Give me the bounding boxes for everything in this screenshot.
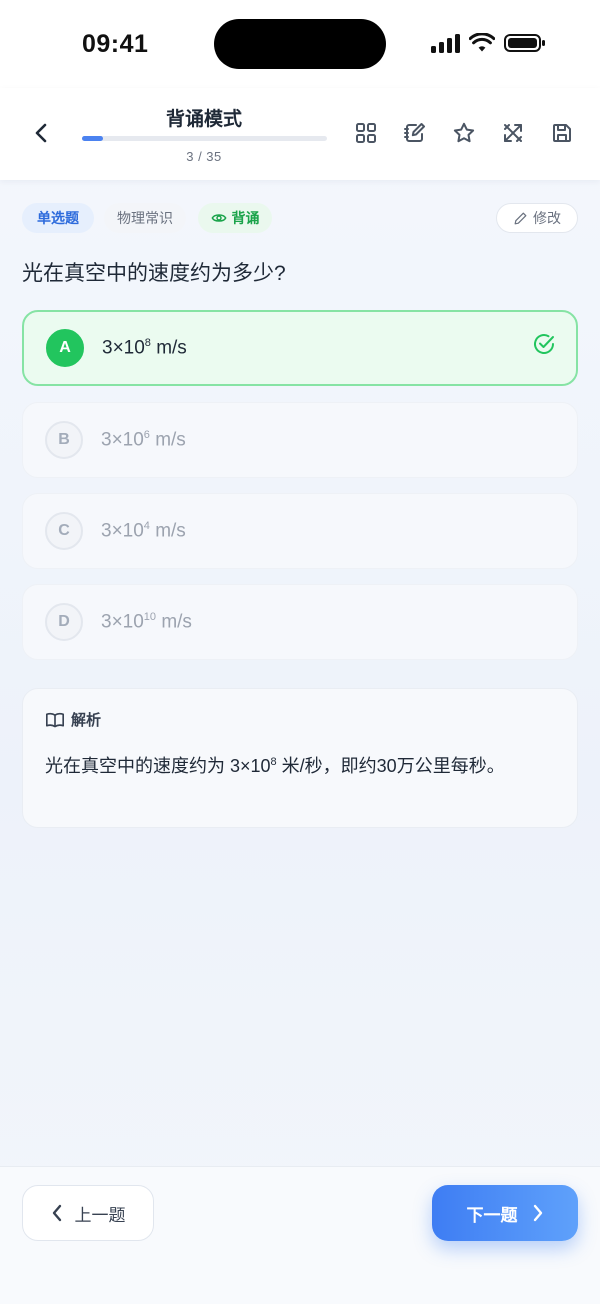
category-tag: 物理常识 xyxy=(104,203,186,233)
option-letter: B xyxy=(45,421,83,459)
progress-fill xyxy=(82,136,103,141)
mode-tag-label: 背诵 xyxy=(231,210,260,226)
question-type-tag: 单选题 xyxy=(22,203,94,233)
screen: 09:41 背诵模式 3 / 35 单选题 物理常识 背诵 修改 光在真空中的速… xyxy=(0,0,600,1304)
option-letter: D xyxy=(45,603,83,641)
edit-button[interactable]: 修改 xyxy=(496,203,578,233)
option-letter: C xyxy=(45,512,83,550)
option-letter: A xyxy=(46,329,84,367)
question-text: 光在真空中的速度约为多少? xyxy=(22,262,286,285)
check-circle-icon xyxy=(534,334,554,354)
analysis-title: 解析 xyxy=(71,712,102,729)
chevron-right-icon xyxy=(533,1204,542,1222)
prev-question-label: 上一题 xyxy=(74,1205,126,1225)
prev-question-button[interactable]: 上一题 xyxy=(22,1185,154,1241)
eye-icon xyxy=(211,214,226,222)
signal-icon xyxy=(431,33,460,53)
status-icons xyxy=(431,33,546,53)
option-c[interactable]: C 3×104 m/s xyxy=(22,493,578,569)
progress-bar xyxy=(82,136,327,141)
status-bar: 09:41 xyxy=(0,0,600,88)
footer: 上一题 下一题 xyxy=(0,1166,600,1304)
option-d[interactable]: D 3×1010 m/s xyxy=(22,584,578,660)
option-text: 3×108 m/s xyxy=(102,336,187,359)
next-question-button[interactable]: 下一题 xyxy=(432,1185,578,1241)
header: 背诵模式 3 / 35 xyxy=(0,88,600,180)
status-time: 09:41 xyxy=(82,30,149,58)
wifi-icon xyxy=(469,33,495,52)
chevron-left-icon xyxy=(35,123,47,143)
notebook-edit-icon[interactable] xyxy=(402,120,428,146)
book-icon xyxy=(45,712,64,727)
chevron-left-icon xyxy=(52,1204,61,1222)
option-a[interactable]: A 3×108 m/s xyxy=(22,310,578,386)
option-b[interactable]: B 3×106 m/s xyxy=(22,402,578,478)
save-icon[interactable] xyxy=(549,120,575,146)
analysis-text: 光在真空中的速度约为 3×108 米/秒，即约30万公里每秒。 xyxy=(45,756,505,776)
star-icon[interactable] xyxy=(451,120,477,146)
dynamic-island xyxy=(214,19,386,69)
mode-tag: 背诵 xyxy=(198,203,272,233)
page-title: 背诵模式 xyxy=(165,109,242,130)
back-button[interactable] xyxy=(26,118,56,148)
grid-icon[interactable] xyxy=(353,120,379,146)
analysis-card: 解析 光在真空中的速度约为 3×108 米/秒，即约30万公里每秒。 xyxy=(22,688,578,828)
battery-icon xyxy=(504,34,545,52)
analysis-header: 解析 xyxy=(45,709,101,730)
progress-text: 3 / 35 xyxy=(186,149,222,164)
option-text: 3×1010 m/s xyxy=(101,610,192,633)
edit-button-label: 修改 xyxy=(533,210,561,226)
pencil-icon xyxy=(514,212,527,224)
next-question-label: 下一题 xyxy=(466,1205,518,1225)
shuffle-icon[interactable] xyxy=(500,120,526,146)
option-text: 3×106 m/s xyxy=(101,428,186,451)
option-text: 3×104 m/s xyxy=(101,519,186,542)
